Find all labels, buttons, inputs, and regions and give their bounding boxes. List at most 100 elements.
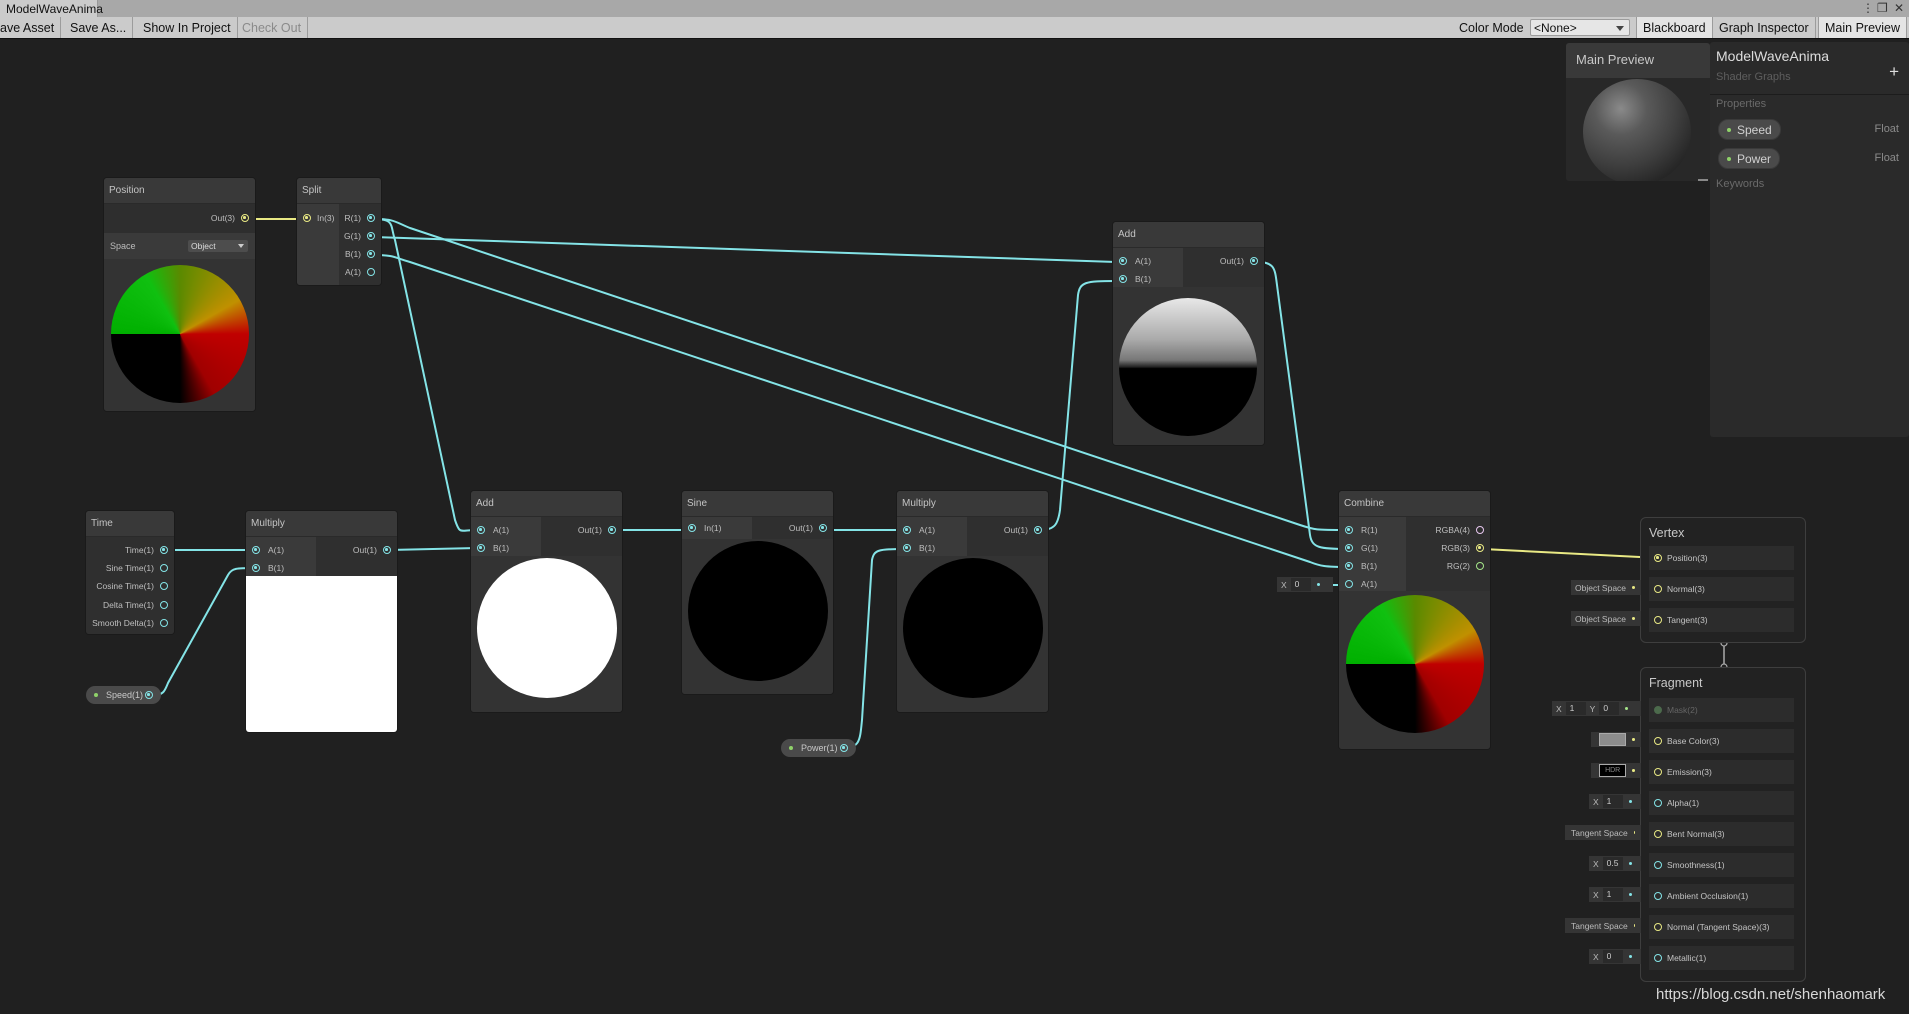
- port-in[interactable]: In(1): [688, 521, 721, 535]
- add-property-button[interactable]: +: [1889, 62, 1899, 82]
- save-as-button[interactable]: Save As...: [64, 17, 134, 38]
- port-in-a[interactable]: A(1): [252, 543, 284, 557]
- port-in-a[interactable]: A(1): [1345, 577, 1377, 591]
- fragment-block-normal-tangent-space[interactable]: Normal (Tangent Space)(3): [1649, 915, 1794, 939]
- property-node-speed[interactable]: Speed(1): [86, 686, 161, 704]
- watermark: https://blog.csdn.net/shenhaomark: [1656, 986, 1886, 1003]
- graph-inspector-toggle[interactable]: Graph Inspector: [1713, 17, 1816, 38]
- vertex-block-position[interactable]: Position(3): [1649, 546, 1794, 570]
- document-tab[interactable]: ModelWaveAnima: [0, 0, 103, 18]
- fragment-block-base-color[interactable]: Base Color(3): [1649, 729, 1794, 753]
- port-dot[interactable]: [840, 744, 848, 752]
- smoothness-input-field[interactable]: X 0.5: [1589, 856, 1641, 871]
- fragment-block-alpha[interactable]: Alpha(1): [1649, 791, 1794, 815]
- port-in-r[interactable]: R(1): [1345, 523, 1378, 537]
- port-in-b[interactable]: B(1): [1345, 559, 1377, 573]
- space-dropdown[interactable]: Object: [188, 240, 248, 252]
- emission-swatch[interactable]: HDR: [1599, 764, 1627, 777]
- port-in-a[interactable]: A(1): [477, 523, 509, 537]
- divider: [1710, 94, 1909, 95]
- ambient-occlusion-input-field[interactable]: X1: [1589, 887, 1641, 902]
- port-cosine-time[interactable]: Cosine Time(1): [96, 579, 168, 593]
- port-out[interactable]: Out(3): [211, 211, 249, 225]
- fragment-block-mask[interactable]: Mask(2): [1649, 698, 1794, 722]
- port-out-r[interactable]: R(1): [344, 211, 375, 225]
- port-dot[interactable]: [1654, 585, 1662, 593]
- vertex-block-tangent[interactable]: Tangent(3): [1649, 608, 1794, 632]
- property-pill-power[interactable]: Power: [1718, 148, 1781, 169]
- keywords-header[interactable]: Keywords: [1716, 178, 1764, 190]
- port-out[interactable]: Out(1): [1220, 254, 1258, 268]
- normal-tangent-space-field[interactable]: Tangent Space: [1565, 918, 1641, 933]
- bent-normal-space-field[interactable]: Tangent Space: [1565, 825, 1641, 840]
- fragment-block-bent-normal[interactable]: Bent Normal(3): [1649, 822, 1794, 846]
- port-dot[interactable]: [1654, 616, 1662, 624]
- property-pill-speed[interactable]: Speed: [1718, 119, 1781, 140]
- main-preview-panel[interactable]: Main Preview: [1566, 43, 1710, 181]
- port-in[interactable]: In(3): [303, 211, 334, 225]
- mask-input-field[interactable]: X1 Y0: [1552, 701, 1641, 716]
- alpha-input-field[interactable]: X1: [1589, 794, 1641, 809]
- normal-space-field[interactable]: Object Space: [1571, 580, 1641, 595]
- node-add-2[interactable]: Add A(1) B(1) Out(1): [1113, 222, 1264, 445]
- save-asset-button[interactable]: ave Asset: [0, 17, 62, 38]
- port-out[interactable]: Out(1): [1004, 523, 1042, 537]
- node-multiply-2[interactable]: Multiply A(1) B(1) Out(1): [897, 491, 1048, 712]
- port-dot[interactable]: [241, 214, 249, 222]
- node-split[interactable]: Split In(3) R(1) G(1) B(1) A(1): [297, 178, 381, 285]
- port-out-rg[interactable]: RG(2): [1447, 559, 1484, 573]
- port-out[interactable]: Out(1): [578, 523, 616, 537]
- color-mode-dropdown[interactable]: <None>: [1530, 19, 1630, 36]
- port-in-b[interactable]: B(1): [252, 561, 284, 575]
- blackboard-toggle[interactable]: Blackboard: [1636, 17, 1713, 38]
- port-out[interactable]: Out(1): [353, 543, 391, 557]
- vertex-block-normal[interactable]: Normal(3): [1649, 577, 1794, 601]
- port-dot[interactable]: [145, 691, 153, 699]
- node-sine[interactable]: Sine In(1) Out(1): [682, 491, 833, 694]
- fragment-block-metallic[interactable]: Metallic(1): [1649, 946, 1794, 970]
- resize-handle[interactable]: [1698, 179, 1708, 181]
- fragment-block-emission[interactable]: Emission(3): [1649, 760, 1794, 784]
- node-multiply-1[interactable]: Multiply A(1) B(1) Out(1): [246, 511, 397, 732]
- node-position[interactable]: Position Out(3) Space Object: [104, 178, 255, 411]
- port-in-a[interactable]: A(1): [1119, 254, 1151, 268]
- port-out-b[interactable]: B(1): [345, 247, 375, 261]
- port-out-g[interactable]: G(1): [344, 229, 375, 243]
- port-out-rgb[interactable]: RGB(3): [1441, 541, 1484, 555]
- close-icon[interactable]: ✕: [1894, 1, 1904, 15]
- show-in-project-button[interactable]: Show In Project: [137, 17, 238, 38]
- port-smooth-delta[interactable]: Smooth Delta(1): [92, 616, 168, 630]
- metallic-input-field[interactable]: X0: [1589, 949, 1641, 964]
- base-color-field[interactable]: [1591, 732, 1641, 747]
- position-preview-sphere: [111, 265, 249, 403]
- node-combine[interactable]: Combine R(1) G(1) B(1) A(1) RGBA(4) RGB(…: [1339, 491, 1490, 749]
- port-dot[interactable]: [1654, 554, 1662, 562]
- port-in-b[interactable]: B(1): [903, 541, 935, 555]
- more-icon[interactable]: ⋮: [1862, 1, 1874, 15]
- emission-field[interactable]: HDR: [1591, 763, 1641, 778]
- port-out[interactable]: Out(1): [789, 521, 827, 535]
- main-preview-toggle[interactable]: Main Preview: [1818, 17, 1908, 38]
- space-row: Space Object: [104, 233, 255, 259]
- properties-header[interactable]: Properties: [1716, 98, 1766, 110]
- port-in-g[interactable]: G(1): [1345, 541, 1378, 555]
- port-time[interactable]: Time(1): [125, 543, 168, 557]
- node-time[interactable]: Time Time(1) Sine Time(1) Cosine Time(1)…: [86, 511, 174, 634]
- port-in-a[interactable]: A(1): [903, 523, 935, 537]
- port-in-b[interactable]: B(1): [1119, 272, 1151, 286]
- port-out-a[interactable]: A(1): [345, 265, 375, 279]
- node-add-1[interactable]: Add A(1) B(1) Out(1): [471, 491, 622, 712]
- property-node-power[interactable]: Power(1): [781, 739, 856, 757]
- port-sine-time[interactable]: Sine Time(1): [106, 561, 168, 575]
- port-out-rgba[interactable]: RGBA(4): [1436, 523, 1484, 537]
- fragment-block-ambient-occlusion[interactable]: Ambient Occlusion(1): [1649, 884, 1794, 908]
- port-in-b[interactable]: B(1): [477, 541, 509, 555]
- check-out-button[interactable]: Check Out: [236, 17, 309, 38]
- combine-a-input-field[interactable]: X 0: [1277, 577, 1333, 592]
- port-delta-time[interactable]: Delta Time(1): [103, 598, 168, 612]
- fragment-block-smoothness[interactable]: Smoothness(1): [1649, 853, 1794, 877]
- main-preview-sphere[interactable]: [1583, 79, 1691, 181]
- tangent-space-field[interactable]: Object Space: [1571, 611, 1641, 626]
- maximize-icon[interactable]: ❐: [1877, 1, 1888, 15]
- base-color-swatch[interactable]: [1599, 733, 1627, 746]
